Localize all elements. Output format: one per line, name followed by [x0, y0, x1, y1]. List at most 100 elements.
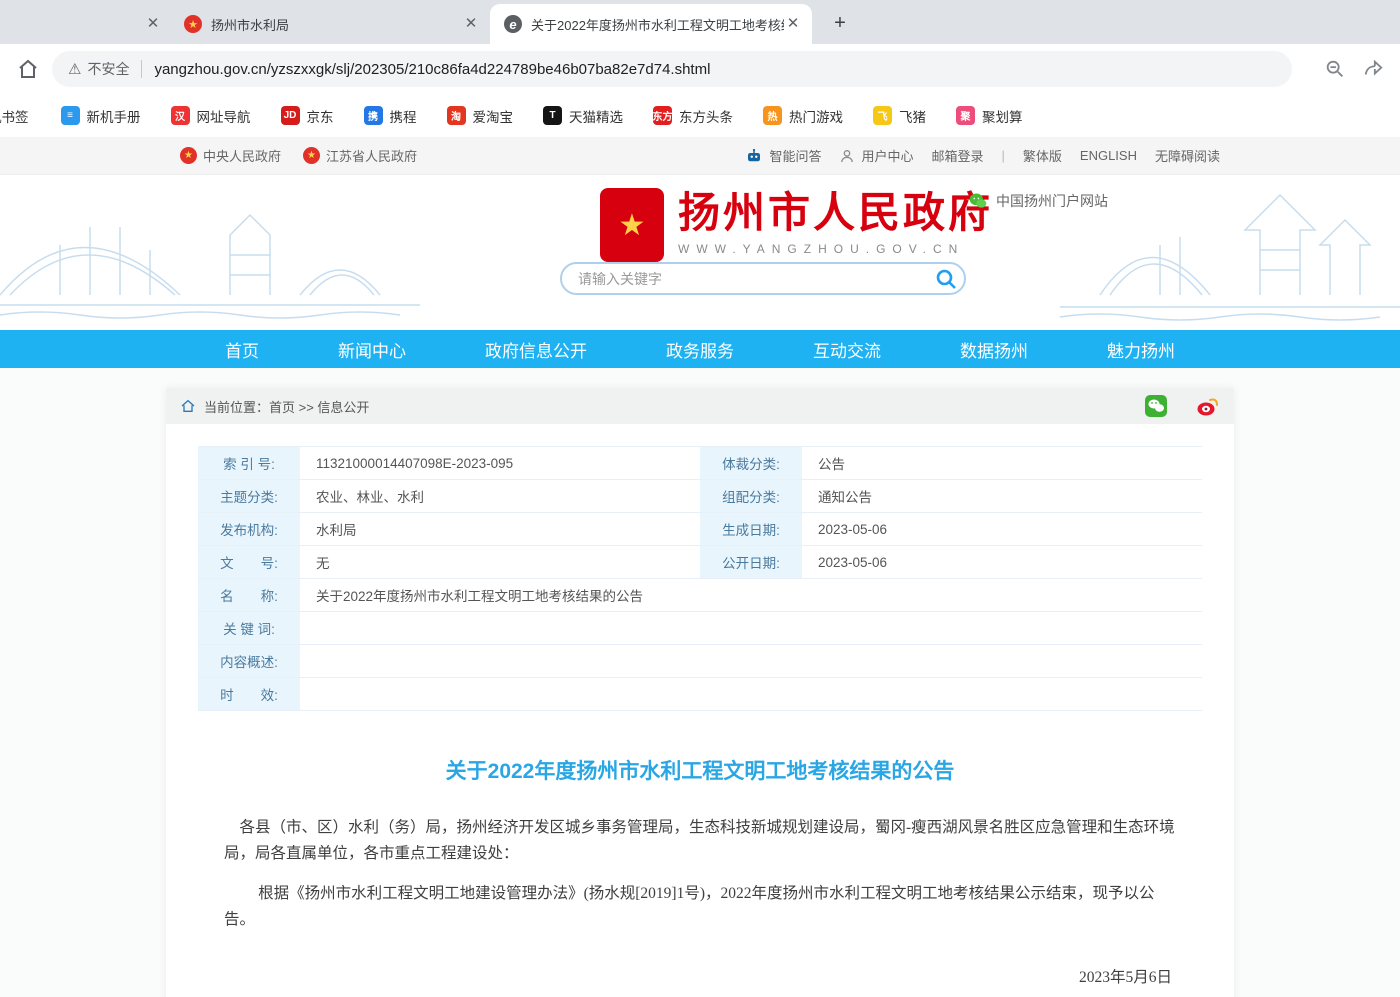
omnibox-divider — [141, 60, 142, 78]
share-icon[interactable] — [1362, 58, 1384, 80]
bookmark-label: 爱淘宝 — [473, 106, 514, 126]
article-paragraph: 各县（市、区）水利（务）局，扬州经济开发区城乡事务管理局，生态科技新城规划建设局… — [224, 815, 1176, 867]
meta-label: 组配分类: — [700, 480, 802, 513]
link-jiangsu-gov[interactable]: ★ 江苏省人民政府 — [303, 146, 417, 165]
gov-top-bar: ★ 中央人民政府 ★ 江苏省人民政府 智能问答 用户中心 邮箱登 — [0, 137, 1400, 175]
nav-info-disclosure[interactable]: 政府信息公开 — [485, 337, 587, 362]
traditional-link[interactable]: 繁体版 — [1023, 146, 1062, 165]
nav-news[interactable]: 新闻中心 — [338, 337, 406, 362]
tab-water-bureau[interactable]: ★ 扬州市水利局 ✕ — [170, 4, 490, 44]
weibo-share-icon[interactable] — [1196, 394, 1220, 418]
nav-home[interactable]: 首页 — [225, 337, 259, 362]
site-banner: ★ 扬州市人民政府 WWW.YANGZHOU.GOV.CN 中国扬州门户网站 — [0, 175, 1400, 330]
nav-site-icon: 汉 — [171, 106, 190, 125]
bookmark-games[interactable]: 热 热门游戏 — [763, 106, 843, 126]
bookmark-label: 京东 — [307, 106, 334, 126]
meta-value: 11321000014407098E-2023-095 — [300, 447, 700, 480]
nav-services[interactable]: 政务服务 — [666, 337, 734, 362]
user-center-link[interactable]: 用户中心 — [839, 146, 913, 165]
emblem-icon: ★ — [303, 147, 320, 164]
gov-link-label: 江苏省人民政府 — [326, 146, 417, 165]
mail-login-link[interactable]: 邮箱登录 — [931, 146, 983, 165]
link-central-gov[interactable]: ★ 中央人民政府 — [180, 146, 281, 165]
table-row: 发布机构: 水利局 生成日期: 2023-05-06 — [198, 513, 1202, 546]
bookmark-jd[interactable]: JD 京东 — [281, 106, 334, 126]
page-content: 当前位置：首页 >> 信息公开 索 引 号: 11321 — [0, 368, 1400, 997]
bookmark-fliggy[interactable]: 飞 飞猪 — [873, 106, 926, 126]
url-omnibox[interactable]: ⚠ 不安全 yangzhou.gov.cn/yzszxxgk/slj/20230… — [52, 51, 1292, 87]
meta-label: 文 号: — [198, 546, 300, 579]
article-card: 当前位置：首页 >> 信息公开 索 引 号: 11321 — [166, 388, 1234, 997]
tab-clipped[interactable]: ✕ — [0, 4, 170, 44]
zoom-out-icon[interactable] — [1324, 58, 1346, 80]
bookmark-label: 热门游戏 — [789, 106, 843, 126]
meta-value: 水利局 — [300, 513, 700, 546]
table-row: 索 引 号: 11321000014407098E-2023-095 体裁分类:… — [198, 447, 1202, 480]
e-browser-icon: e — [504, 15, 522, 33]
bookmark-label: 机书签 — [0, 106, 29, 126]
toutiao-icon: 东方 — [653, 106, 672, 125]
meta-value — [300, 612, 1202, 645]
table-row: 关 键 词: — [198, 612, 1202, 645]
juhuasuan-icon: 聚 — [956, 106, 975, 125]
new-tab-button[interactable]: + — [826, 10, 854, 38]
table-row: 文 号: 无 公开日期: 2023-05-06 — [198, 546, 1202, 579]
bookmark-clipped[interactable]: 机书签 — [0, 106, 29, 126]
article-date: 2023年5月6日 — [224, 965, 1176, 991]
main-nav: 首页 新闻中心 政府信息公开 政务服务 互动交流 数据扬州 魅力扬州 — [0, 330, 1400, 368]
warning-icon: ⚠ — [68, 60, 81, 78]
taobao-icon: 淘 — [447, 106, 466, 125]
close-icon[interactable]: ✕ — [784, 15, 802, 33]
tab-announcement-active[interactable]: e 关于2022年度扬州市水利工程文明工地考核结果的公告 ✕ — [490, 4, 812, 44]
bookmark-ctrip[interactable]: 携 携程 — [364, 106, 417, 126]
meta-label: 生成日期: — [700, 513, 802, 546]
bookmark-tmall[interactable]: T 天猫精选 — [543, 106, 623, 126]
smart-qa-link[interactable]: 智能问答 — [745, 146, 821, 165]
address-bar: ⚠ 不安全 yangzhou.gov.cn/yzszxxgk/slj/20230… — [0, 44, 1400, 94]
wechat-share-icon[interactable] — [1144, 394, 1168, 418]
bookmark-juhuasuan[interactable]: 聚 聚划算 — [956, 106, 1023, 126]
portal-link[interactable]: 中国扬州门户网站 — [968, 191, 1108, 211]
home-icon[interactable] — [16, 57, 40, 81]
article-paragraph: 根据《扬州市水利工程文明工地建设管理办法》(扬水规[2019]1号)，2022年… — [224, 881, 1176, 933]
search-input[interactable] — [578, 271, 934, 287]
portal-label: 中国扬州门户网站 — [996, 191, 1108, 211]
nav-interaction[interactable]: 互动交流 — [813, 337, 881, 362]
meta-value: 关于2022年度扬州市水利工程文明工地考核结果的公告 — [300, 579, 1202, 612]
meta-label: 公开日期: — [700, 546, 802, 579]
bookmarks-bar: 机书签 ≡ 新机手册 汉 网址导航 JD 京东 携 携程 淘 爱淘宝 T 天猫精… — [0, 94, 1400, 137]
bookmark-nav-site[interactable]: 汉 网址导航 — [171, 106, 251, 126]
table-row: 名 称: 关于2022年度扬州市水利工程文明工地考核结果的公告 — [198, 579, 1202, 612]
nav-data[interactable]: 数据扬州 — [960, 337, 1028, 362]
nav-charm[interactable]: 魅力扬州 — [1107, 337, 1175, 362]
util-label: 智能问答 — [769, 146, 821, 165]
tab-title: 关于2022年度扬州市水利工程文明工地考核结果的公告 — [531, 15, 784, 34]
search-icon[interactable] — [934, 267, 958, 291]
table-row: 时 效: — [198, 678, 1202, 711]
bookmark-taobao[interactable]: 淘 爱淘宝 — [447, 106, 514, 126]
security-label: 不安全 — [87, 59, 129, 79]
bookmark-manual[interactable]: ≡ 新机手册 — [61, 106, 141, 126]
bookmark-label: 聚划算 — [982, 106, 1023, 126]
breadcrumb[interactable]: 当前位置：首页 >> 信息公开 — [204, 397, 369, 416]
meta-value — [300, 645, 1202, 678]
meta-label: 主题分类: — [198, 480, 300, 513]
home-icon — [180, 398, 196, 414]
national-emblem-icon: ★ — [600, 188, 664, 262]
emblem-icon: ★ — [180, 147, 197, 164]
site-name: 扬州市人民政府 — [678, 188, 993, 238]
bridge-sketch-left — [0, 175, 420, 330]
bookmark-toutiao[interactable]: 东方 东方头条 — [653, 106, 733, 126]
bookmark-label: 飞猪 — [899, 106, 926, 126]
table-row: 内容概述: — [198, 645, 1202, 678]
close-icon[interactable]: ✕ — [144, 15, 162, 33]
accessible-link[interactable]: 无障碍阅读 — [1155, 146, 1220, 165]
meta-value: 2023-05-06 — [802, 546, 1202, 579]
english-link[interactable]: ENGLISH — [1080, 148, 1137, 163]
bookmark-label: 东方头条 — [679, 106, 733, 126]
site-search — [560, 262, 966, 295]
meta-value: 农业、林业、水利 — [300, 480, 700, 513]
article-body: 各县（市、区）水利（务）局，扬州经济开发区城乡事务管理局，生态科技新城规划建设局… — [224, 815, 1176, 997]
meta-value: 无 — [300, 546, 700, 579]
close-icon[interactable]: ✕ — [462, 15, 480, 33]
